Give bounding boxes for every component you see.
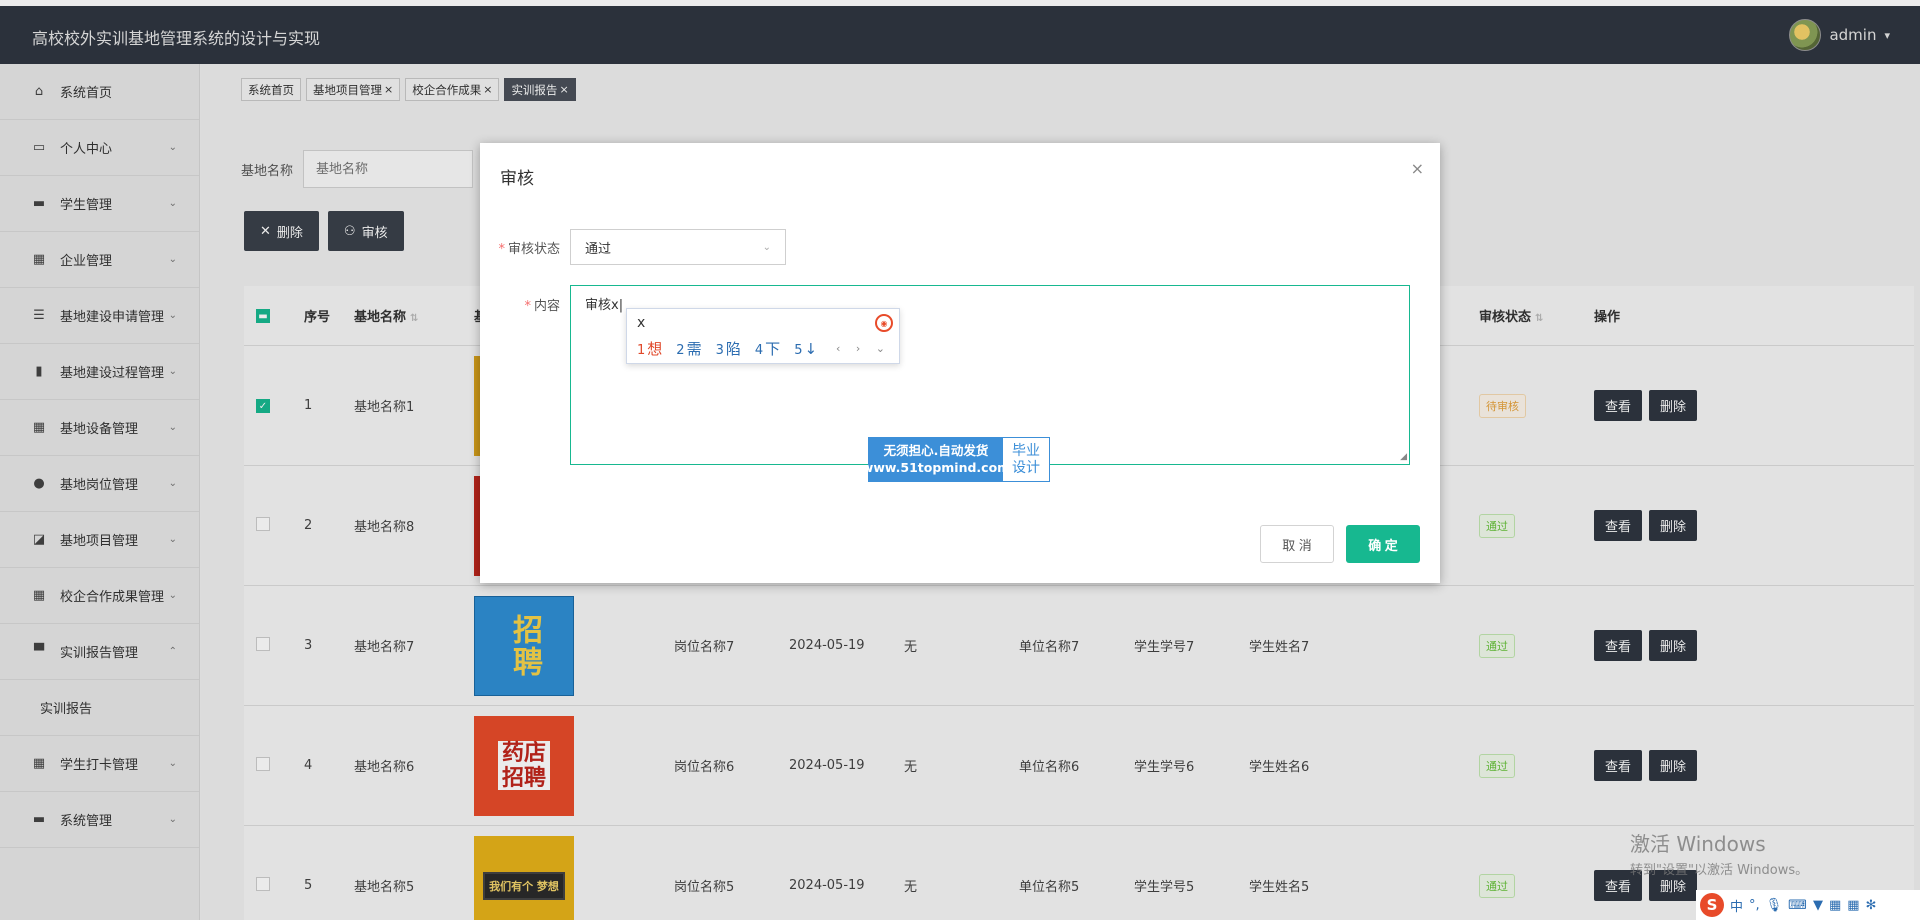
ime-candidate[interactable]: 3陷: [716, 338, 741, 359]
candidate-num: 5: [794, 342, 803, 358]
keyboard-icon[interactable]: ⌨: [1788, 898, 1807, 913]
activation-hint: 转到"设置"以激活 Windows。: [1630, 863, 1809, 878]
mic-icon[interactable]: 🎙: [1766, 898, 1783, 913]
status-row: * 审核状态 通过 ⌄: [480, 229, 786, 265]
sogou-logo-icon[interactable]: ◉: [875, 314, 893, 332]
watermark-left: 无须担心.自动发货 www.51topmind.com: [862, 438, 1010, 481]
activation-title: 激活 Windows: [1630, 832, 1766, 856]
candidate-num: 4: [754, 343, 764, 358]
dialog-title: 审核: [500, 169, 534, 189]
shirt-icon[interactable]: ▼: [1813, 898, 1823, 913]
watermark-right1: 毕业: [1012, 443, 1040, 460]
candidate-num: 1: [637, 343, 646, 358]
audit-dialog: 审核 × * 审核状态 通过 ⌄ * 内容 审核x| ◢ 取 消 确 定: [480, 143, 1440, 583]
ime-candidate[interactable]: 5 ↓: [794, 340, 817, 358]
punct-toggle[interactable]: °,: [1749, 898, 1760, 913]
toolbox-icon[interactable]: ▦: [1829, 898, 1841, 913]
candidate-num: 2: [676, 343, 685, 358]
ime-composition: x: [637, 315, 646, 331]
apps-icon[interactable]: ▦: [1847, 898, 1859, 913]
close-icon[interactable]: ×: [1411, 159, 1424, 178]
resize-handle[interactable]: ◢: [1400, 452, 1407, 462]
candidate-text: 陷: [725, 340, 741, 358]
ime-candidate[interactable]: 4下: [755, 338, 780, 359]
ime-candidate-window: x ◉ 1 想 2 需 3 陷 4 下 5 ↓ ‹ › ⌄: [626, 308, 900, 364]
ime-candidate[interactable]: 2需: [676, 338, 701, 359]
ime-tray: S 中 °, 🎙 ⌨ ▼ ▦ ▦ ✻: [1696, 890, 1920, 920]
ime-nav[interactable]: ‹ › ⌄: [836, 342, 891, 355]
candidate-text: ↓: [804, 339, 818, 358]
watermark-right: 毕业 设计: [1003, 438, 1049, 481]
status-select-value: 通过: [585, 241, 612, 257]
candidate-num: 3: [715, 343, 724, 358]
candidate-text: 需: [686, 340, 702, 358]
windows-activation: 激活 Windows 转到"设置"以激活 Windows。: [1630, 828, 1808, 878]
content-text: 审核x: [585, 298, 619, 313]
cancel-button[interactable]: 取 消: [1260, 525, 1334, 563]
chevron-down-icon: ⌄: [762, 241, 771, 253]
watermark-right2: 设计: [1012, 459, 1040, 476]
content-label: * 内容: [524, 299, 560, 314]
lang-toggle[interactable]: 中: [1730, 896, 1743, 915]
status-select[interactable]: 通过 ⌄: [570, 229, 786, 265]
watermark-line1: 无须担心.自动发货: [883, 442, 989, 458]
ime-candidate[interactable]: 1想: [637, 338, 662, 359]
candidate-text: 下: [765, 340, 781, 358]
dialog-footer: 取 消 确 定: [1260, 525, 1420, 563]
confirm-button[interactable]: 确 定: [1346, 525, 1420, 563]
settings-icon[interactable]: ✻: [1866, 898, 1877, 913]
watermark-line2: www.51topmind.com: [861, 459, 1011, 475]
status-label: * 审核状态: [498, 241, 560, 257]
watermark-badge: 无须担心.自动发货 www.51topmind.com 毕业 设计: [862, 437, 1050, 482]
sogou-logo-icon[interactable]: S: [1700, 893, 1724, 917]
candidate-text: 想: [647, 340, 663, 358]
ime-candidates: 1 想 2 需 3 陷 4 下 5 ↓: [637, 338, 817, 359]
